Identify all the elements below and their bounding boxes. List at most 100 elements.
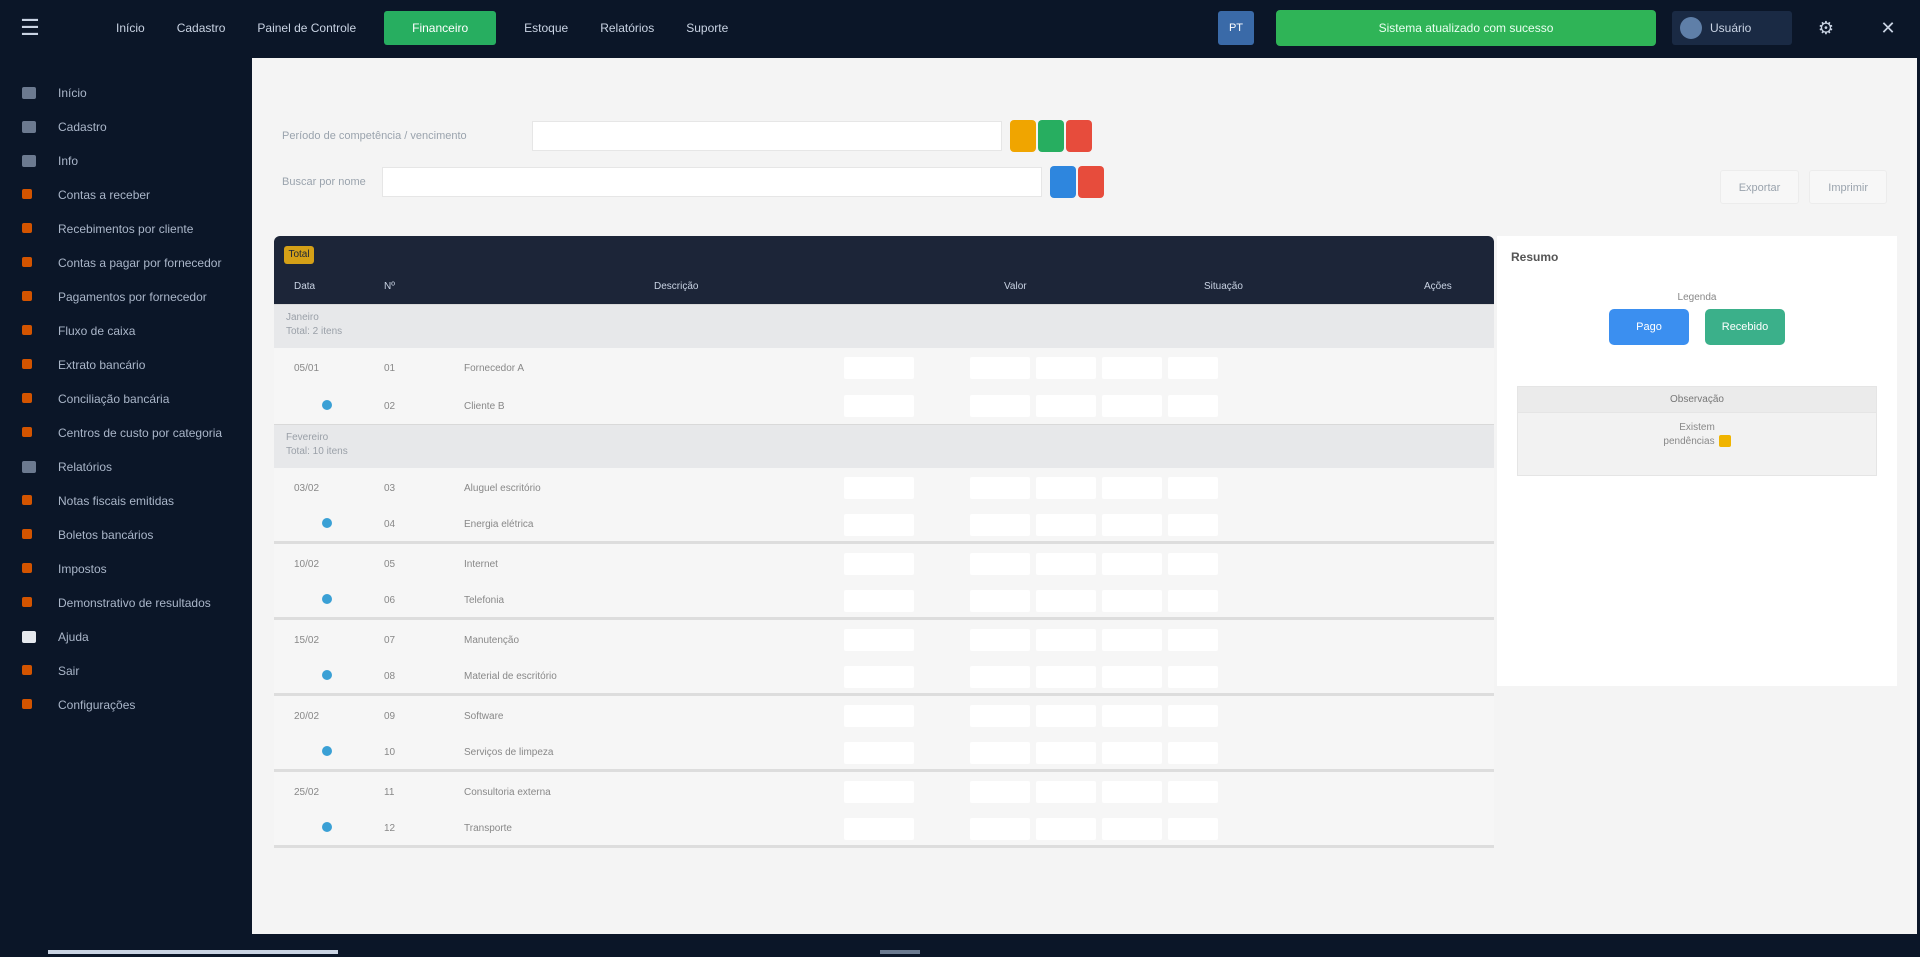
sidebar-item-sair[interactable]: Sair <box>0 654 250 688</box>
cell-field[interactable] <box>1036 741 1096 764</box>
cell-field[interactable] <box>1036 629 1096 651</box>
cell-field[interactable] <box>970 665 1030 688</box>
col-header-status[interactable]: Situação <box>1154 274 1374 300</box>
info-bullet-icon[interactable] <box>322 822 332 832</box>
cell-field[interactable] <box>1036 705 1096 727</box>
cell-field[interactable] <box>1102 395 1162 417</box>
cell-field[interactable] <box>970 741 1030 764</box>
sidebar-item-demonstrativo[interactable]: Demonstrativo de resultados <box>0 586 250 620</box>
table-row[interactable]: 06 Telefonia <box>274 584 1494 620</box>
cell-field[interactable] <box>844 817 914 840</box>
cell-field[interactable] <box>1168 395 1218 417</box>
cell-field[interactable] <box>844 781 914 803</box>
cell-field[interactable] <box>970 705 1030 727</box>
cell-field[interactable] <box>1168 817 1218 840</box>
cell-field[interactable] <box>1102 781 1162 803</box>
clear-button[interactable] <box>1066 120 1092 152</box>
scroll-thumb-secondary[interactable] <box>880 950 920 954</box>
cell-field[interactable] <box>1168 477 1218 499</box>
gear-icon[interactable]: ⚙ <box>1812 18 1840 39</box>
sidebar-item-relatorios[interactable]: Relatórios <box>0 450 250 484</box>
cell-field[interactable] <box>970 395 1030 417</box>
nav-item-estoque[interactable]: Estoque <box>508 0 584 56</box>
cell-field[interactable] <box>844 629 914 651</box>
cell-field[interactable] <box>844 589 914 612</box>
cell-field[interactable] <box>1168 741 1218 764</box>
cell-field[interactable] <box>1102 629 1162 651</box>
cell-field[interactable] <box>1102 705 1162 727</box>
period-input[interactable] <box>532 121 1002 151</box>
sidebar-item-inicio[interactable]: Início <box>0 76 250 110</box>
info-bullet-icon[interactable] <box>322 746 332 756</box>
calendar-button[interactable] <box>1010 120 1036 152</box>
cell-field[interactable] <box>1102 553 1162 575</box>
nav-item-suporte[interactable]: Suporte <box>670 0 744 56</box>
col-header-date[interactable]: Data <box>274 274 374 300</box>
info-bullet-icon[interactable] <box>322 399 332 410</box>
cell-field[interactable] <box>1036 395 1096 417</box>
export-button[interactable]: Exportar <box>1719 170 1800 204</box>
table-row[interactable]: 04 Energia elétrica <box>274 508 1494 544</box>
cell-field[interactable] <box>1102 477 1162 499</box>
sidebar-item-fluxo-caixa[interactable]: Fluxo de caixa <box>0 314 250 348</box>
sidebar-item-conciliacao[interactable]: Conciliação bancária <box>0 382 250 416</box>
cell-field[interactable] <box>1168 781 1218 803</box>
nav-item-cadastro[interactable]: Cadastro <box>161 0 242 56</box>
sidebar-item-extrato[interactable]: Extrato bancário <box>0 348 250 382</box>
cell-field[interactable] <box>844 741 914 764</box>
print-button[interactable]: Imprimir <box>1809 170 1887 204</box>
cell-field[interactable] <box>1036 513 1096 536</box>
cell-field[interactable] <box>970 589 1030 612</box>
filter-button[interactable] <box>1050 166 1076 198</box>
cell-field[interactable] <box>844 395 914 417</box>
sidebar-item-info[interactable]: Info <box>0 144 250 178</box>
nav-item-financeiro[interactable]: Financeiro <box>384 11 497 45</box>
cell-field[interactable] <box>1168 553 1218 575</box>
table-row[interactable]: 03/02 03 Aluguel escritório <box>274 468 1494 508</box>
cell-field[interactable] <box>970 357 1030 379</box>
col-header-actions[interactable]: Ações <box>1374 274 1494 300</box>
sidebar-item-impostos[interactable]: Impostos <box>0 552 250 586</box>
sidebar-item-cadastro[interactable]: Cadastro <box>0 110 250 144</box>
sidebar-item-recebimentos[interactable]: Recebimentos por cliente <box>0 212 250 246</box>
cell-field[interactable] <box>970 781 1030 803</box>
cell-field[interactable] <box>1102 741 1162 764</box>
search-button[interactable] <box>1038 120 1064 152</box>
cell-field[interactable] <box>970 513 1030 536</box>
cell-field[interactable] <box>844 513 914 536</box>
table-row[interactable]: 15/02 07 Manutenção <box>274 620 1494 660</box>
cell-field[interactable] <box>1168 665 1218 688</box>
info-bullet-icon[interactable] <box>322 670 332 680</box>
nav-item-painel[interactable]: Painel de Controle <box>241 0 372 56</box>
user-menu[interactable]: Usuário <box>1672 11 1792 45</box>
table-row[interactable]: 08 Material de escritório <box>274 660 1494 696</box>
language-button[interactable]: PT <box>1218 11 1254 45</box>
remove-filter-button[interactable] <box>1078 166 1104 198</box>
cell-field[interactable] <box>970 553 1030 575</box>
cell-field[interactable] <box>1102 513 1162 536</box>
cell-field[interactable] <box>844 665 914 688</box>
bottom-scrollbar[interactable] <box>0 934 1920 957</box>
col-header-num[interactable]: Nº <box>374 274 454 300</box>
cell-field[interactable] <box>1102 665 1162 688</box>
cell-field[interactable] <box>970 817 1030 840</box>
cell-field[interactable] <box>1036 477 1096 499</box>
table-row[interactable]: 05/01 01 Fornecedor A <box>274 348 1494 388</box>
table-row[interactable]: 25/02 11 Consultoria externa <box>274 772 1494 812</box>
cell-field[interactable] <box>844 357 914 379</box>
info-bullet-icon[interactable] <box>322 518 332 528</box>
col-header-value[interactable]: Valor <box>954 274 1154 300</box>
table-row[interactable]: 10 Serviços de limpeza <box>274 736 1494 772</box>
table-row[interactable]: 20/02 09 Software <box>274 696 1494 736</box>
cell-field[interactable] <box>1036 589 1096 612</box>
sidebar-item-boletos[interactable]: Boletos bancários <box>0 518 250 552</box>
sidebar-item-configuracoes[interactable]: Configurações <box>0 688 250 722</box>
cell-field[interactable] <box>844 477 914 499</box>
sidebar-item-contas-receber[interactable]: Contas a receber <box>0 178 250 212</box>
name-search-input[interactable] <box>382 167 1042 197</box>
info-bullet-icon[interactable] <box>322 594 332 604</box>
cell-field[interactable] <box>1102 817 1162 840</box>
nav-item-inicio[interactable]: Início <box>100 0 161 56</box>
received-button[interactable]: Recebido <box>1705 309 1785 345</box>
sidebar-item-centros-custo[interactable]: Centros de custo por categoria <box>0 416 250 450</box>
